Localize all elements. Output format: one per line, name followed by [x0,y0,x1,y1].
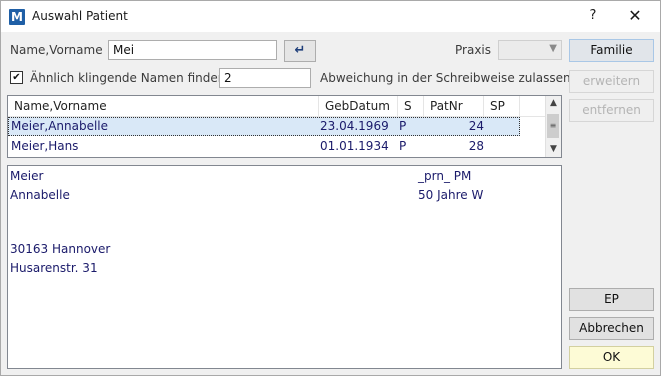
table-row[interactable]: Meier,Hans 01.01.1934 P 28 [8,137,547,156]
patient-table: Name,Vorname GebDatum S PatNr SP Meier,A… [7,95,562,158]
erweitern-button[interactable]: erweitern [569,70,654,93]
column-header-s[interactable]: S [398,96,424,116]
detail-surname: Meier [10,169,44,183]
deviation-label: Abweichung in der Schreibweise zulassen [320,71,571,85]
cell-patnr: 28 [468,139,484,153]
patient-detail-panel: Meier Annabelle 30163 Hannover Husarenst… [7,165,562,369]
window-title: Auswahl Patient [32,9,128,23]
help-button[interactable]: ? [576,4,610,28]
column-header-gebdatum[interactable]: GebDatum [319,96,398,116]
dialog-window: M Auswahl Patient ? ✕ Name,Vorname ↵ Pra… [0,0,661,376]
name-label: Name,Vorname [10,43,103,57]
table-scrollbar[interactable]: ▲ ≡ ▼ [545,96,561,157]
column-header-patnr[interactable]: PatNr [424,96,484,116]
scroll-down-icon[interactable]: ▼ [546,142,561,157]
app-logo-icon: M [9,9,25,25]
cell-name: Meier,Hans [11,139,79,153]
detail-firstname: Annabelle [10,188,70,202]
name-search-input[interactable] [108,40,277,60]
close-button[interactable]: ✕ [613,4,657,28]
column-header-sp[interactable]: SP [484,96,520,116]
column-header-name[interactable]: Name,Vorname [8,96,319,116]
table-header: Name,Vorname GebDatum S PatNr SP [8,96,547,117]
table-row[interactable]: Meier,Annabelle 23.04.1969 P 24 [8,117,520,136]
similar-names-label: Ähnlich klingende Namen finden [30,71,226,85]
familie-button[interactable]: Familie [569,39,654,62]
scroll-thumb[interactable]: ≡ [547,114,559,138]
cell-s: P [399,119,407,133]
detail-age-gender: 50 Jahre W [418,188,484,202]
entfernen-button[interactable]: entfernen [569,99,654,122]
detail-street: Husarenstr. 31 [10,261,98,275]
similar-names-checkbox[interactable]: ✔ [10,71,23,84]
title-bar: M Auswahl Patient ? ✕ [1,1,660,32]
cell-patnr: 24 [468,119,484,133]
cell-gebdatum: 23.04.1969 [320,119,389,133]
chevron-down-icon: ▼ [549,43,557,54]
search-enter-button[interactable]: ↵ [284,40,316,62]
scroll-up-icon[interactable]: ▲ [546,96,561,111]
cell-gebdatum: 01.01.1934 [320,139,389,153]
deviation-input[interactable] [219,68,311,88]
ok-button[interactable]: OK [569,346,654,369]
cell-name: Meier,Annabelle [11,119,109,133]
enter-arrow-icon: ↵ [294,43,306,58]
praxis-label: Praxis [455,43,491,57]
cancel-button[interactable]: Abbrechen [569,317,654,340]
detail-practice-info: _prn_ PM [418,169,472,183]
praxis-select[interactable]: ▼ [498,40,562,60]
ep-button[interactable]: EP [569,288,654,311]
cell-s: P [399,139,407,153]
detail-city: 30163 Hannover [10,242,111,256]
